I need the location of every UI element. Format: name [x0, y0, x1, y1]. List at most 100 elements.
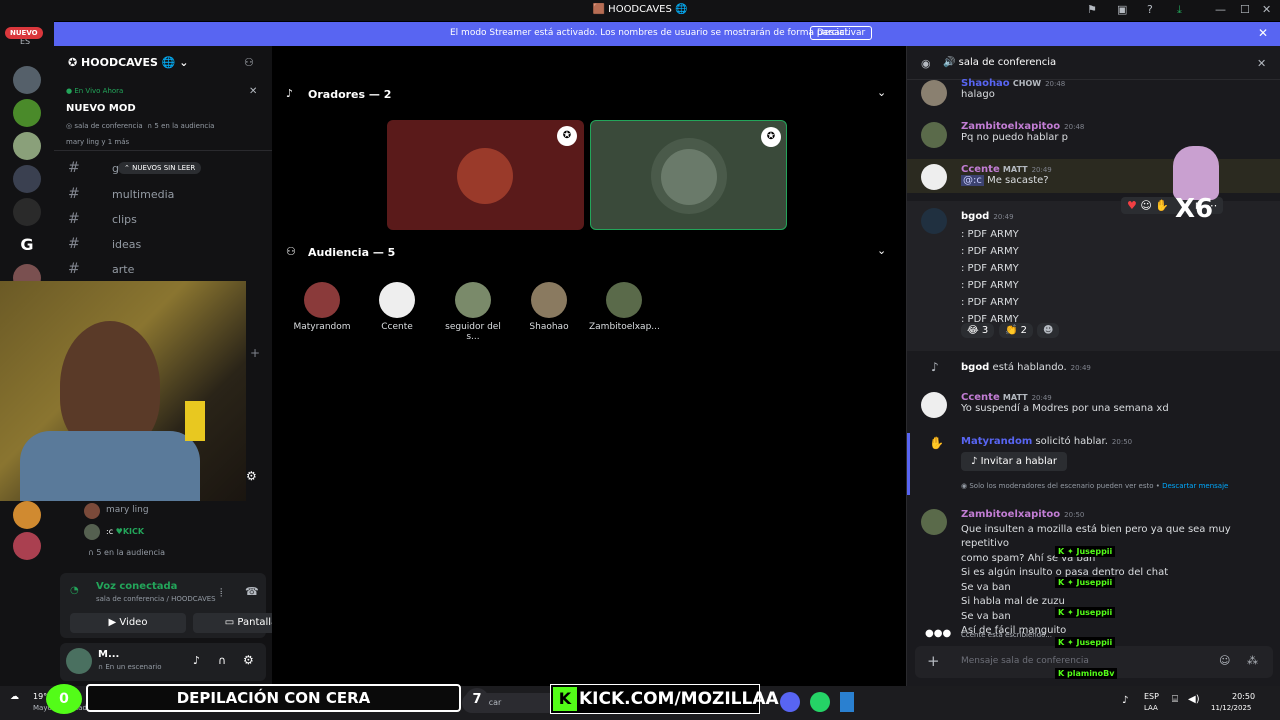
avatar — [84, 524, 100, 540]
network-icon[interactable]: ⌸ — [1172, 694, 1178, 705]
system-message: bgod está hablando. 20:49 — [961, 362, 1091, 373]
server-icon-1[interactable] — [13, 66, 41, 94]
clock-time[interactable]: 20:50 — [1232, 692, 1255, 701]
close-window-button[interactable]: ✕ — [1262, 3, 1271, 16]
server-icon-3[interactable] — [13, 132, 41, 160]
clap-reaction-icon[interactable]: ✋ — [1155, 199, 1169, 212]
live-stage-card[interactable]: ● En Vivo Ahora NUEVO MOD ✕ ◎ sala de co… — [54, 79, 272, 151]
avatar — [379, 282, 415, 318]
microphone-icon: ♪ — [931, 360, 939, 374]
new-unread-pill[interactable]: ⌃ NUEVOS SIN LEER — [118, 162, 202, 174]
chevron-down-icon[interactable]: ⌄ — [877, 244, 886, 257]
kick-chat-user: K ✦ Juseppii — [1055, 577, 1116, 588]
audience-member[interactable]: Shaohao — [514, 282, 584, 332]
voice-status[interactable]: Voz conectada — [96, 581, 177, 592]
disconnect-icon[interactable]: ☎ — [245, 585, 259, 598]
speaker-tile[interactable]: ✪ — [387, 120, 584, 230]
audience-member[interactable]: Matyrandom — [287, 282, 357, 332]
avatar — [921, 164, 947, 190]
heart-reaction-icon[interactable]: ♥ — [1127, 199, 1137, 212]
hash-icon: # — [68, 261, 80, 277]
minimize-button[interactable]: — — [1215, 3, 1226, 16]
add-channel-icon[interactable]: + — [250, 346, 260, 360]
microphone-icon[interactable]: ♪ — [1122, 695, 1128, 706]
add-reaction-icon[interactable]: ☻ — [1037, 323, 1060, 338]
chat-message: Zambitoelxapitoo 20:48 Pq no puedo hablar… — [961, 121, 1085, 143]
channel-item[interactable]: # ideas — [64, 234, 264, 256]
add-member-icon[interactable]: ⚇ — [244, 56, 254, 69]
voice-channel[interactable]: sala de conferencia / HOODCAVES — [96, 595, 216, 603]
close-card-icon[interactable]: ✕ — [249, 86, 257, 97]
help-icon[interactable]: ? — [1147, 3, 1153, 16]
close-chat-icon[interactable]: ✕ — [1257, 57, 1266, 70]
hash-icon: # — [68, 160, 80, 176]
inbox-icon[interactable]: ▣ — [1117, 3, 1127, 16]
server-header[interactable]: ✪ HOODCAVES 🌐 ⌄ — [68, 56, 188, 69]
close-banner-icon[interactable]: ✕ — [1258, 26, 1268, 40]
invite-to-speak-button[interactable]: ♪ Invitar a hablar — [961, 452, 1068, 471]
microphone-icon: ♪ — [286, 87, 294, 100]
discord-taskbar-icon[interactable] — [780, 692, 800, 712]
figure-prop — [185, 401, 205, 441]
avatar[interactable] — [66, 648, 92, 674]
microphone-icon[interactable]: ♪ — [193, 654, 200, 667]
counter-badge: 0 — [46, 684, 82, 714]
weather-icon[interactable]: ☁ — [10, 692, 19, 702]
camera-icon: ▶ — [108, 617, 120, 628]
audience-member[interactable]: seguidor del s... — [438, 282, 508, 342]
reaction-button[interactable]: 😂 3 — [961, 323, 995, 338]
emoji-reaction-icon[interactable]: ☺ — [1140, 199, 1151, 212]
apps-icon[interactable]: ⁂ — [1247, 654, 1258, 667]
maximize-button[interactable]: ☐ — [1240, 3, 1250, 16]
user-name[interactable]: M... — [98, 649, 119, 660]
settings-icon[interactable]: ⚙ — [243, 653, 254, 667]
volume-icon[interactable]: ◀) — [1188, 694, 1200, 705]
headphones-icon[interactable]: ∩ — [218, 654, 226, 667]
noise-icon[interactable]: ⦙ — [220, 586, 222, 600]
video-button[interactable]: ▶ Video — [70, 613, 186, 633]
dismiss-message-link[interactable]: Descartar mensaje — [1162, 482, 1228, 490]
deactivate-button[interactable]: Desactivar — [810, 26, 873, 40]
speaker-tile[interactable]: ✪ — [590, 120, 787, 230]
voice-audience: ∩ 5 en la audiencia — [88, 548, 166, 557]
emoji-icon[interactable]: ☺ — [1219, 654, 1230, 667]
raised-hand-icon: ✋ — [929, 436, 944, 450]
streamer-mode-banner: El modo Streamer está activado. Los nomb… — [54, 22, 1280, 46]
language-layout: LAA — [1144, 704, 1158, 712]
server-icon-8[interactable] — [13, 501, 41, 529]
voice-user[interactable]: :c ♥KICK — [106, 527, 144, 536]
audience-member[interactable]: Zambitoelxap... — [589, 282, 660, 332]
avatar — [921, 392, 947, 418]
avatar — [84, 503, 100, 519]
kick-chat-user: K ✦ Juseppii — [1055, 607, 1116, 618]
moderator-icon: ✪ — [761, 127, 781, 147]
server-icon-4[interactable] — [13, 165, 41, 193]
stage-main: ♪ Oradores — 2 ⌄ ✪ ✪ ⚇ Audiencia — 5 ⌄ M… — [272, 46, 906, 686]
channel-item[interactable]: # arte — [64, 259, 264, 281]
settings-icon[interactable]: ⚙ — [246, 469, 257, 483]
server-icon-9[interactable] — [13, 532, 41, 560]
request-bar — [907, 433, 910, 495]
typing-indicator: Ccente está escribiendo... — [961, 631, 1053, 639]
add-attachment-icon[interactable]: + — [927, 652, 940, 670]
server-icon-6[interactable]: G — [13, 231, 41, 259]
speak-request: Matyrandom solicitó hablar. 20:50 — [961, 436, 1133, 447]
download-icon[interactable]: ⤓ — [1177, 3, 1182, 17]
server-icon-2[interactable] — [13, 99, 41, 127]
channel-item[interactable]: # multimedia — [64, 184, 264, 206]
notepad-taskbar-icon[interactable] — [840, 692, 854, 712]
input-placeholder[interactable]: Mensaje sala de conferencia — [961, 656, 1089, 666]
audience-member[interactable]: Ccente — [362, 282, 432, 332]
server-icon-5[interactable] — [13, 198, 41, 226]
reaction-button[interactable]: 👏 2 — [999, 323, 1034, 338]
voice-user[interactable]: mary ling — [106, 505, 149, 515]
audience-icon: ⚇ — [286, 245, 296, 258]
chevron-down-icon[interactable]: ⌄ — [877, 86, 886, 99]
whatsapp-taskbar-icon[interactable] — [810, 692, 830, 712]
moderator-icon: ✪ — [557, 126, 577, 146]
chat-panel: ◉ 🔊 sala de conferencia ✕ Shaohao CHOW 20… — [906, 46, 1280, 686]
pin-icon[interactable]: ⚑ — [1087, 3, 1097, 16]
avatar — [304, 282, 340, 318]
channel-item[interactable]: # clips — [64, 209, 264, 231]
language-indicator[interactable]: ESP — [1144, 692, 1159, 701]
